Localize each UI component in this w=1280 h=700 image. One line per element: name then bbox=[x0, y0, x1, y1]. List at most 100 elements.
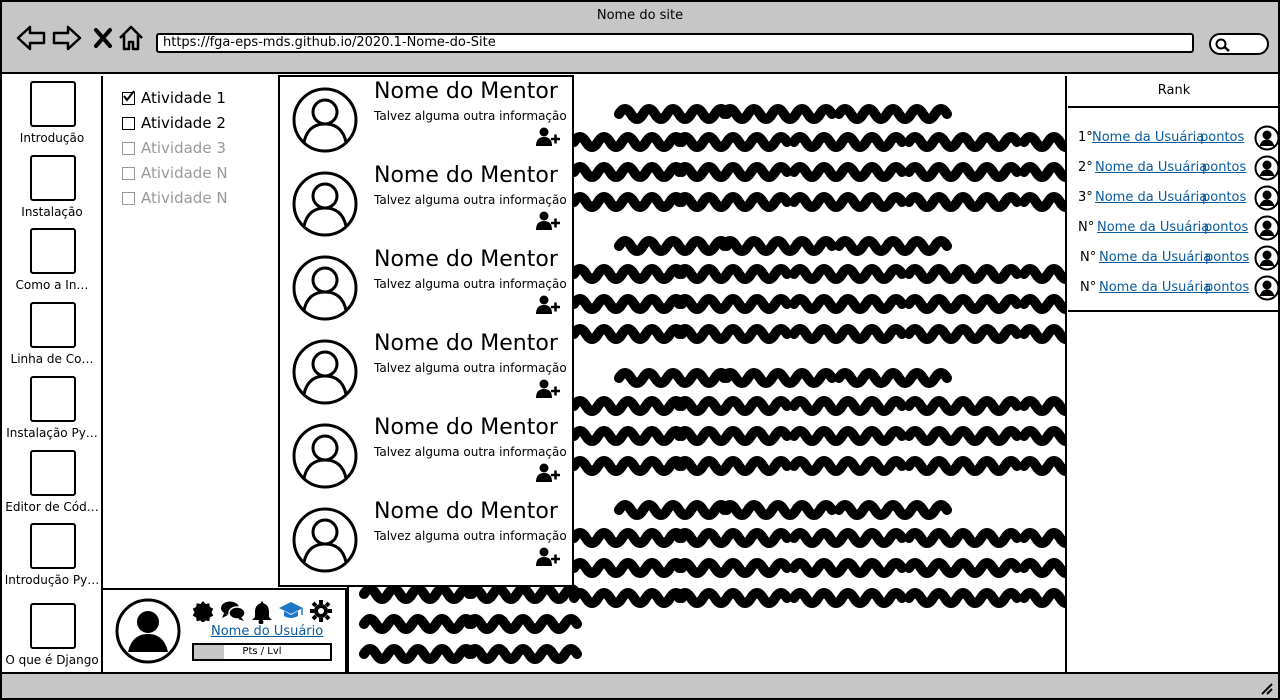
activity-label: Atividade 1 bbox=[141, 89, 226, 107]
mentor-info: Talvez alguma outra informação bbox=[374, 277, 567, 291]
rank-points-link[interactable]: pontos bbox=[1202, 160, 1246, 175]
module-label: Instalação bbox=[21, 205, 83, 219]
activity-item[interactable]: Atividade 2 bbox=[122, 114, 226, 132]
rank-position: 3° bbox=[1078, 190, 1093, 205]
add-user-icon[interactable] bbox=[536, 127, 560, 147]
rank-position: N° bbox=[1080, 280, 1097, 295]
rank-points-link[interactable]: pontos bbox=[1202, 190, 1246, 205]
rank-user-link[interactable]: Nome da Usuária bbox=[1095, 190, 1207, 205]
search-field[interactable] bbox=[1209, 33, 1269, 55]
status-bar bbox=[2, 672, 1278, 698]
mentor-name: Nome do Mentor bbox=[374, 247, 558, 272]
activity-item: Atividade N bbox=[122, 189, 228, 207]
home-icon[interactable] bbox=[116, 22, 146, 54]
add-user-icon[interactable] bbox=[536, 379, 560, 399]
checkbox-disabled bbox=[122, 141, 135, 155]
module-thumbnail bbox=[30, 450, 76, 496]
module-label: Linha de Co… bbox=[10, 352, 94, 366]
mentor-card[interactable]: Nome do Mentor Talvez alguma outra infor… bbox=[280, 497, 572, 581]
rank-user-link[interactable]: Nome da Usuária bbox=[1095, 160, 1207, 175]
mentor-name: Nome do Mentor bbox=[374, 331, 558, 356]
module-item[interactable]: O que é Django bbox=[2, 603, 102, 673]
module-label: Instalação Py… bbox=[6, 426, 98, 440]
mentor-name: Nome do Mentor bbox=[374, 163, 558, 188]
module-thumbnail bbox=[30, 523, 76, 569]
badge-icon[interactable] bbox=[192, 600, 214, 622]
module-label: Introdução Py… bbox=[4, 573, 100, 587]
mentor-name: Nome do Mentor bbox=[374, 499, 558, 524]
mentor-card[interactable]: Nome do Mentor Talvez alguma outra infor… bbox=[280, 245, 572, 329]
mentor-info: Talvez alguma outra informação bbox=[374, 529, 567, 543]
chat-icon[interactable] bbox=[220, 600, 246, 622]
back-arrow-icon[interactable] bbox=[16, 22, 46, 54]
module-item[interactable]: Linha de Co… bbox=[2, 302, 102, 372]
mentor-info: Talvez alguma outra informação bbox=[374, 445, 567, 459]
gear-icon[interactable] bbox=[310, 600, 332, 622]
user-panel: Nome do Usuário Pts / Lvl bbox=[103, 588, 347, 674]
rank-row: N° Nome da Usuária pontos bbox=[1068, 214, 1280, 242]
module-item[interactable]: Instalação bbox=[2, 155, 102, 225]
user-avatar-icon[interactable] bbox=[115, 598, 181, 664]
address-bar[interactable]: https://fga-eps-mds.github.io/2020.1-Nom… bbox=[156, 33, 1194, 53]
rank-user-link[interactable]: Nome da Usuária bbox=[1099, 280, 1211, 295]
module-item[interactable]: Instalação Py… bbox=[2, 376, 102, 446]
mentor-info: Talvez alguma outra informação bbox=[374, 109, 567, 123]
activity-item: Atividade N bbox=[122, 164, 228, 182]
rank-user-link[interactable]: Nome da Usuária bbox=[1099, 250, 1211, 265]
rank-position: N° bbox=[1080, 250, 1097, 265]
add-user-icon[interactable] bbox=[536, 295, 560, 315]
add-user-icon[interactable] bbox=[536, 211, 560, 231]
rank-title: Rank bbox=[1068, 76, 1280, 108]
mentor-info: Talvez alguma outra informação bbox=[374, 361, 567, 375]
rank-points-link[interactable]: pontos bbox=[1200, 130, 1244, 145]
checkbox-disabled bbox=[122, 191, 135, 205]
rank-user-link[interactable]: Nome da Usuária bbox=[1097, 220, 1209, 235]
module-label: Introdução bbox=[19, 131, 85, 145]
rank-panel: Rank 1° Nome da Usuária pontos 2° Nome d… bbox=[1068, 76, 1280, 312]
module-thumbnail bbox=[30, 302, 76, 348]
forward-arrow-icon[interactable] bbox=[52, 22, 82, 54]
rank-row: 2° Nome da Usuária pontos bbox=[1068, 154, 1280, 182]
add-user-icon[interactable] bbox=[536, 547, 560, 567]
avatar-icon bbox=[292, 507, 358, 573]
rank-row: N° Nome da Usuária pontos bbox=[1068, 274, 1280, 302]
activity-item: Atividade 3 bbox=[122, 139, 226, 157]
bell-icon[interactable] bbox=[250, 600, 272, 624]
avatar-icon bbox=[1254, 245, 1280, 271]
module-item[interactable]: Como a In… bbox=[2, 228, 102, 298]
avatar-icon bbox=[292, 171, 358, 237]
avatar-icon bbox=[1254, 125, 1280, 151]
add-user-icon[interactable] bbox=[536, 463, 560, 483]
rank-position: 2° bbox=[1078, 160, 1093, 175]
search-icon bbox=[1215, 38, 1230, 52]
mentor-card[interactable]: Nome do Mentor Talvez alguma outra infor… bbox=[280, 161, 572, 245]
rank-row: 1° Nome da Usuária pontos bbox=[1068, 124, 1280, 152]
rank-points-link[interactable]: pontos bbox=[1205, 250, 1249, 265]
mentor-card[interactable]: Nome do Mentor Talvez alguma outra infor… bbox=[280, 329, 572, 413]
rank-points-link[interactable]: pontos bbox=[1205, 280, 1249, 295]
rank-position: 1° bbox=[1078, 130, 1093, 145]
user-name-link[interactable]: Nome do Usuário bbox=[211, 624, 323, 639]
mentor-list-popover: Nome do Mentor Talvez alguma outra infor… bbox=[278, 75, 574, 587]
site-title: Nome do site bbox=[596, 8, 684, 23]
activity-item[interactable]: Atividade 1 bbox=[122, 89, 226, 107]
stop-icon[interactable] bbox=[88, 22, 118, 54]
activity-label: Atividade 2 bbox=[141, 114, 226, 132]
module-item[interactable]: Introdução bbox=[2, 81, 102, 151]
rank-row: 3° Nome da Usuária pontos bbox=[1068, 184, 1280, 212]
graduation-cap-icon[interactable] bbox=[278, 600, 304, 620]
resize-grip-icon[interactable] bbox=[1258, 680, 1274, 696]
avatar-icon bbox=[1254, 275, 1280, 301]
mentor-card[interactable]: Nome do Mentor Talvez alguma outra infor… bbox=[280, 77, 572, 161]
mentor-card[interactable]: Nome do Mentor Talvez alguma outra infor… bbox=[280, 413, 572, 497]
checkbox[interactable] bbox=[122, 116, 135, 130]
avatar-icon bbox=[292, 339, 358, 405]
module-item[interactable]: Editor de Cód… bbox=[2, 450, 102, 520]
rank-points-link[interactable]: pontos bbox=[1204, 220, 1248, 235]
avatar-icon bbox=[292, 255, 358, 321]
mentor-name: Nome do Mentor bbox=[374, 415, 558, 440]
module-sidebar: Introdução Instalação Como a In… Linha d… bbox=[2, 76, 103, 674]
rank-user-link[interactable]: Nome da Usuária bbox=[1092, 130, 1204, 145]
checkbox-checked[interactable] bbox=[122, 89, 135, 105]
module-item[interactable]: Introdução Py… bbox=[2, 523, 102, 593]
